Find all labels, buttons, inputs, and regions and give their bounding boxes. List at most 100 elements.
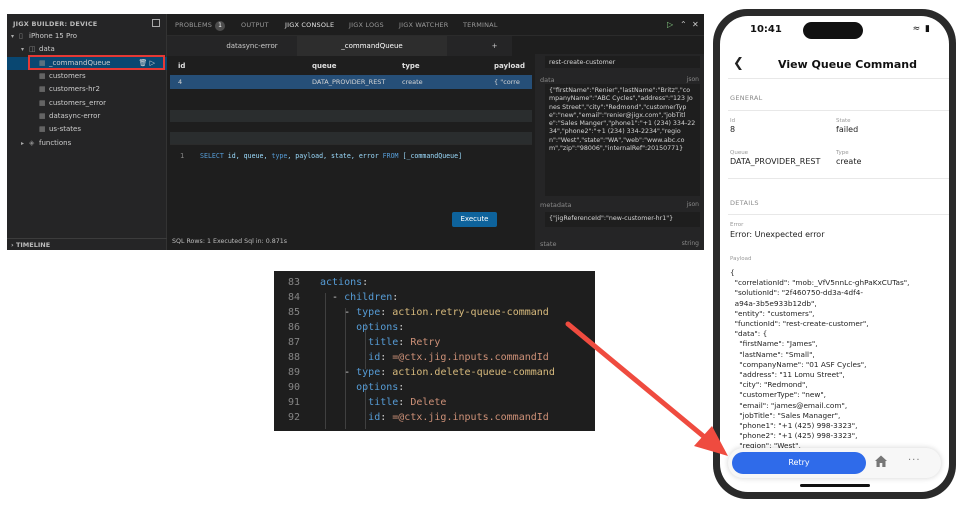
column-header[interactable]: type (402, 62, 420, 70)
phone-frame: 10:41 ≈ ▮ ❮ View Queue Command GENERAL I… (713, 9, 956, 499)
error-label: Error (730, 222, 744, 228)
close-icon[interactable]: ✕ (692, 20, 699, 29)
tab-jigx-console[interactable]: JIGX CONSOLE (285, 21, 334, 29)
sql-editor[interactable]: 1 SELECT id, queue, type, payload, state… (170, 144, 532, 237)
execute-button[interactable]: Execute (452, 212, 497, 227)
cell-payload: { "corre (494, 78, 520, 86)
header-divider (728, 78, 949, 79)
metadata-value[interactable]: {"jigReferenceId":"new-customer-hr1"} (545, 212, 700, 227)
column-header[interactable]: queue (312, 62, 336, 70)
more-icon[interactable]: ··· (908, 455, 921, 466)
tree-item-functions[interactable]: ▸ ◈ functions (7, 137, 167, 150)
line-number: 91 (287, 397, 300, 408)
phone-screen: 10:41 ≈ ▮ ❮ View Queue Command GENERAL I… (720, 16, 949, 492)
state-type: string (681, 240, 699, 247)
battery-icon: ▮ (925, 24, 931, 34)
code-token: : (392, 292, 399, 303)
cell-type: create (402, 78, 423, 86)
tree-item-customers-hr2[interactable]: ▦ customers-hr2 (7, 83, 167, 96)
tree-item-datasync-error[interactable]: ▦ datasync-error (7, 110, 167, 123)
table-icon: ▦ (39, 125, 46, 133)
code-token: options (356, 322, 399, 333)
wifi-icon: ≈ (912, 24, 922, 34)
collapse-all-icon[interactable] (152, 19, 160, 27)
queue-value: DATA_PROVIDER_REST (730, 157, 821, 166)
cell-queue: DATA_PROVIDER_REST (312, 78, 386, 86)
code-token: - (344, 307, 357, 318)
table-icon: ▦ (39, 85, 46, 93)
code-token: id (368, 412, 381, 423)
retry-button[interactable]: Retry (732, 452, 866, 474)
line-number: 90 (287, 382, 300, 393)
code-token: : (380, 307, 393, 318)
tree-item-customers-error[interactable]: ▦ customers_error (7, 97, 167, 110)
sql-text: , payload, state, error (287, 152, 383, 160)
line-number: 1 (180, 152, 185, 160)
status-icons: ≈ ▮ (913, 24, 931, 34)
chevron-up-icon[interactable]: ⌃ (680, 20, 687, 29)
tab-output[interactable]: OUTPUT (241, 21, 269, 29)
chevron-down-icon: ▾ (11, 33, 15, 40)
table-icon: ▦ (39, 99, 46, 107)
table-icon: ▦ (39, 112, 46, 120)
id-label: Id (730, 118, 736, 124)
grid-spacer (170, 110, 532, 122)
tree-item-customers[interactable]: ▦ customers (7, 70, 167, 83)
sql-query[interactable]: SELECT id, queue, type, payload, state, … (200, 152, 462, 160)
general-section-label: GENERAL (730, 94, 763, 102)
tab-jigx-watcher[interactable]: JIGX WATCHER (399, 21, 448, 29)
code-token: : (380, 367, 393, 378)
run-icon[interactable]: ▷ (667, 20, 673, 29)
grid-spacer (170, 132, 532, 144)
state-value: failed (836, 125, 859, 134)
code-token: : (380, 352, 393, 363)
tree-item-us-states[interactable]: ▦ us-states (7, 123, 167, 136)
code-token: id (368, 352, 381, 363)
payload-value: { "correlationId": "mob:_VfV5nnLc-ghPaKx… (730, 268, 910, 471)
code-token: : (398, 322, 405, 333)
tab-terminal[interactable]: TERMINAL (463, 21, 498, 29)
line-number: 83 (287, 277, 300, 288)
explorer-sidebar: JIGX BUILDER: DEVICE ▾ ▯ iPhone 15 Pro ▾ ◫ d… (7, 14, 167, 250)
queue-label: Queue (730, 150, 749, 156)
code-token: options (356, 382, 399, 393)
code-line: 91 title: Delete (274, 395, 595, 410)
cell-id: 4 (178, 78, 183, 86)
metadata-label: metadata (540, 201, 572, 209)
tab-commandqueue[interactable]: _commandQueue (297, 36, 447, 56)
details-section-label: DETAILS (730, 199, 759, 207)
code-line: 84 - children: (274, 290, 595, 305)
tab-jigx-logs[interactable]: JIGX LOGS (349, 21, 384, 29)
code-token: =@ctx.jig.inputs.commandId (392, 412, 549, 423)
home-indicator (800, 484, 870, 487)
status-time: 10:41 (750, 24, 782, 35)
section-divider (728, 110, 949, 111)
code-token: : (398, 382, 405, 393)
payload-label: Payload (730, 256, 752, 262)
sql-text: id, queue, (223, 152, 272, 160)
column-header[interactable]: payload (494, 62, 525, 70)
table-row[interactable]: 4 DATA_PROVIDER_REST create { "corre (170, 75, 532, 89)
sql-keyword: SELECT (200, 152, 224, 160)
state-label: state (540, 240, 557, 248)
data-value[interactable]: {"firstName":"Renier","lastName":"Britz"… (545, 84, 700, 196)
code-line: 90 options: (274, 380, 595, 395)
tree-item-device[interactable]: ▾ ▯ iPhone 15 Pro (7, 30, 167, 43)
problems-badge: 1 (215, 21, 226, 31)
timeline-section[interactable]: › TIMELINE (7, 238, 167, 250)
state-label: State (836, 118, 851, 124)
add-tab-button[interactable]: + (482, 36, 507, 56)
home-icon[interactable] (874, 454, 888, 468)
error-value: Error: Unexpected error (730, 230, 825, 239)
code-token: : (398, 337, 411, 348)
cube-icon: ◈ (29, 139, 35, 147)
column-header[interactable]: id (178, 62, 185, 70)
code-token: : (398, 397, 411, 408)
details-panel: rest-create-customer data json {"firstNa… (535, 54, 704, 250)
phone-icon: ▯ (19, 32, 23, 40)
tab-problems[interactable]: PROBLEMS 1 (175, 21, 226, 31)
